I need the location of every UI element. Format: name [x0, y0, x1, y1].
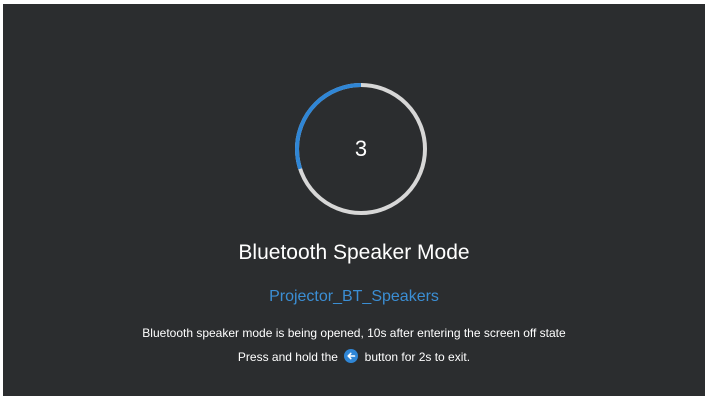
exit-hint-prefix: Press and hold the [237, 350, 338, 364]
mode-title: Bluetooth Speaker Mode [238, 241, 470, 264]
countdown-ring: 3 [293, 81, 429, 217]
bluetooth-device-name: Projector_BT_Speakers [269, 288, 439, 305]
bluetooth-speaker-mode-screen: 3 Bluetooth Speaker Mode Projector_BT_Sp… [3, 4, 705, 396]
exit-hint: Press and hold the button for 2s to exit… [3, 348, 705, 366]
back-arrow-icon [344, 349, 359, 363]
exit-hint-suffix: button for 2s to exit. [364, 350, 471, 364]
countdown-number: 3 [354, 136, 368, 161]
mode-description: Bluetooth speaker mode is being opened, … [142, 326, 566, 340]
